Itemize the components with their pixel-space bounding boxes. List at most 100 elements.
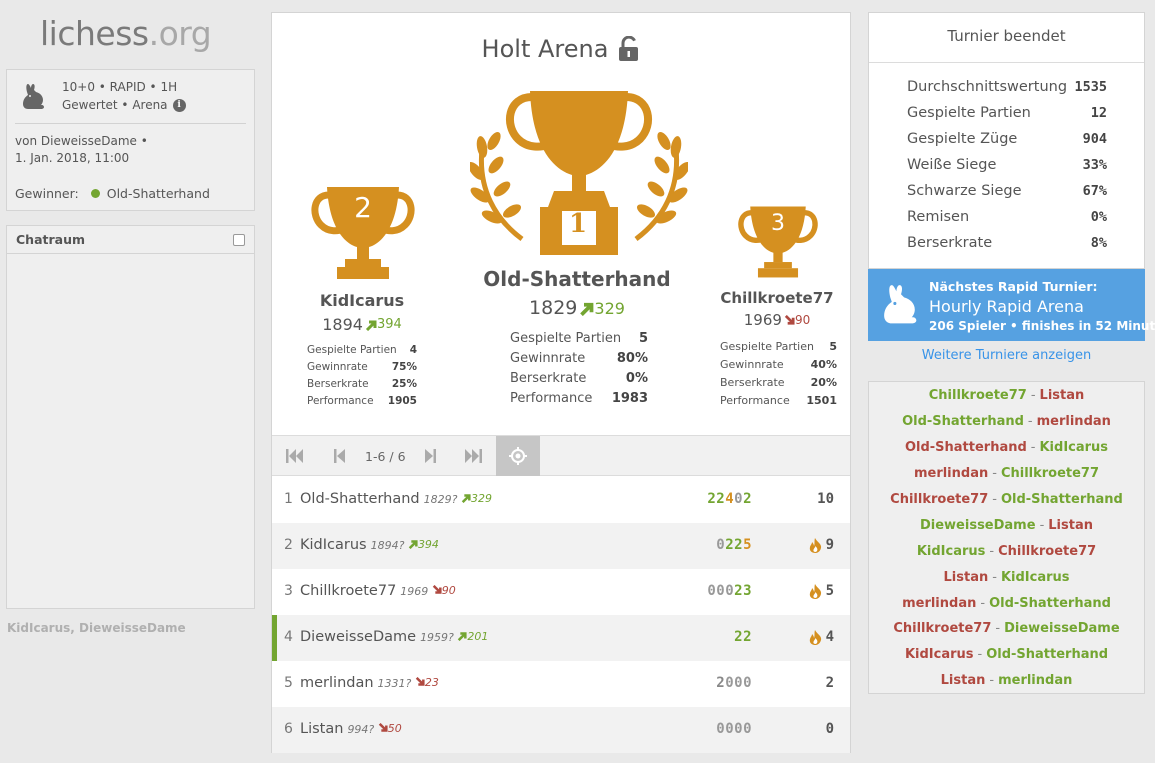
place-number: 1 <box>568 209 588 239</box>
game-result-item[interactable]: Old-Shatterhand - KidIcarus <box>869 440 1144 455</box>
player-name[interactable]: DieweisseDame <box>300 629 416 645</box>
first-page-icon <box>286 449 303 463</box>
next-tournament-banner[interactable]: Nächstes Rapid Turnier: Hourly Rapid Are… <box>868 269 1155 341</box>
podium: Holt Arena 2 KidIcarus 1894 394 Gespielt… <box>272 13 850 435</box>
tournament-title: Holt Arena <box>272 35 850 63</box>
stat-row: Berserkrate 20% <box>720 376 837 389</box>
rabbit-icon <box>23 84 44 109</box>
site-logo[interactable]: lichess.org <box>40 14 212 53</box>
standings-row[interactable]: 1 Old-Shatterhand 1829? 329 22402 10 <box>272 477 850 523</box>
last-page-icon <box>465 449 482 463</box>
arrow-up-icon <box>461 494 471 503</box>
rating-progress-down: 90 <box>784 313 810 327</box>
stat-row: Berserkrate 0% <box>510 371 648 386</box>
game-result-item[interactable]: Old-Shatterhand - merlindan <box>869 414 1144 429</box>
standings-row-current-user[interactable]: 4 DieweisseDame 1959? 201 22 4 <box>272 615 850 661</box>
score-sheet: 22 <box>734 629 752 645</box>
berserk-fire-icon <box>809 629 821 645</box>
podium-third-rating: 1969 90 <box>743 311 811 329</box>
berserk-fire-icon <box>809 583 821 599</box>
recent-games-list: Chillkroete77- Listan Old-Shatterhand - mer… <box>868 381 1145 694</box>
stat-row: Weiße Siege 33% <box>907 157 1107 173</box>
player-rating: 1331? 23 <box>377 675 439 691</box>
rating-progress-up: 394 <box>365 317 402 332</box>
stat-row: Performance 1905 <box>307 395 417 407</box>
standings-row[interactable]: 6 Listan 994? 50 0000 0 <box>272 707 850 753</box>
game-result-item[interactable]: Listan - KidIcarus <box>869 570 1144 585</box>
arrow-down-icon <box>432 585 442 594</box>
place-number: 2 <box>354 191 372 224</box>
arrow-down-icon <box>784 314 795 325</box>
stat-row: Gewinnrate 40% <box>720 358 837 371</box>
standings-row[interactable]: 5 merlindan 1331? 23 2000 2 <box>272 661 850 707</box>
score-sheet: 2000 <box>716 675 752 691</box>
standings-row[interactable]: 3 Chillkroete77 1969 90 00023 5 <box>272 569 850 615</box>
stat-row: Performance 1983 <box>510 391 648 406</box>
game-result-item[interactable]: KidIcarus - Old-Shatterhand <box>869 647 1144 662</box>
game-result-item[interactable]: merlindan - Old-Shatterhand <box>869 596 1144 611</box>
podium-third-stats: Gespielte Partien 5 Gewinnrate 40% Berserk… <box>720 338 837 410</box>
total-score: 2 <box>825 675 834 691</box>
podium-first-name[interactable]: Old-Shatterhand <box>462 267 692 291</box>
chat-header: Chatraum <box>7 226 254 254</box>
total-score: 9 <box>809 537 834 553</box>
standings-row[interactable]: 2 KidIcarus 1894? 394 0225 9 <box>272 523 850 569</box>
first-page-button[interactable] <box>285 448 305 464</box>
player-rating: 994? 50 <box>347 721 402 737</box>
tournament-info-box: 10+0 • RAPID • 1H Gewertet • Arena i von… <box>6 69 255 211</box>
stat-row: Berserkrate 8% <box>907 235 1107 251</box>
arrow-up-icon <box>365 320 377 331</box>
podium-third-name[interactable]: Chillkroete77 <box>702 289 852 307</box>
podium-first-rating: 1829 329 <box>529 297 625 319</box>
chat-toggle-checkbox[interactable] <box>233 233 245 246</box>
stat-row: Berserkrate 25% <box>307 378 417 390</box>
game-result-item[interactable]: merlindan - Chillkroete77 <box>869 466 1144 481</box>
total-score: 10 <box>817 491 834 507</box>
stat-row: Gespielte Partien 5 <box>720 340 837 353</box>
game-result-item[interactable]: DieweisseDame - Listan <box>869 518 1144 533</box>
stat-row: Schwarze Siege 67% <box>907 183 1107 199</box>
next-tournament-info: 206 Spieler • finishes in 52 Minuten <box>929 319 1155 333</box>
previous-page-icon <box>334 449 345 463</box>
target-icon <box>509 447 527 465</box>
next-tournament-label: Nächstes Rapid Turnier: <box>929 279 1098 294</box>
podium-second-name[interactable]: KidIcarus <box>282 291 442 310</box>
arrow-up-icon <box>458 632 467 641</box>
online-dot-icon <box>90 189 100 198</box>
player-name[interactable]: Old-Shatterhand <box>300 491 420 507</box>
winner-name-link[interactable]: Old-Shatterhand <box>107 186 210 201</box>
game-result-item[interactable]: Listan - merlindan <box>869 673 1144 688</box>
previous-page-button[interactable] <box>330 448 350 464</box>
locate-me-button[interactable] <box>496 436 540 476</box>
player-rating: 1894? 394 <box>370 537 439 553</box>
info-icon[interactable]: i <box>172 98 186 112</box>
standings-pager: 1-6 / 6 <box>272 435 850 476</box>
player-name[interactable]: Listan <box>300 721 343 737</box>
next-page-button[interactable] <box>420 448 440 464</box>
stat-row: Gespielte Partien 12 <box>907 105 1107 121</box>
game-result-item[interactable]: Chillkroete77- DieweisseDame <box>869 621 1144 636</box>
standings-table: 1 Old-Shatterhand 1829? 329 22402 10 2 Ki… <box>272 477 850 753</box>
stat-row: Gespielte Partien 4 <box>307 344 417 356</box>
arrow-up-icon <box>580 302 594 316</box>
game-result-item[interactable]: KidIcarus - Chillkroete77 <box>869 544 1144 559</box>
total-score: 5 <box>809 583 834 599</box>
player-name[interactable]: merlindan <box>300 675 374 691</box>
score-sheet: 0225 <box>716 537 752 553</box>
podium-second-stats: Gespielte Partien 4 Gewinnrate 75% Berserk… <box>307 342 417 410</box>
player-name[interactable]: KidIcarus <box>300 537 367 553</box>
game-result-item[interactable]: Chillkroete77- Listan <box>869 388 1144 403</box>
more-tournaments-link[interactable]: Weitere Turniere anzeigen <box>868 348 1145 363</box>
last-page-button[interactable] <box>463 448 483 464</box>
chat-panel: Chatraum <box>6 225 255 609</box>
rabbit-icon <box>884 285 917 324</box>
player-rating: 1969 90 <box>400 583 456 599</box>
spectators-list: KidIcarus, DieweisseDame <box>7 621 186 635</box>
podium-first-stats: Gespielte Partien 5 Gewinnrate 80% Berserk… <box>510 329 648 409</box>
player-rating: 1829? 329 <box>423 491 492 507</box>
game-result-item[interactable]: Chillkroete77- Old-Shatterhand <box>869 492 1144 507</box>
player-name[interactable]: Chillkroete77 <box>300 583 396 599</box>
divider <box>15 123 246 124</box>
tournament-winner: Gewinner: Old-Shatterhand <box>15 186 210 201</box>
score-sheet: 22402 <box>707 491 752 507</box>
